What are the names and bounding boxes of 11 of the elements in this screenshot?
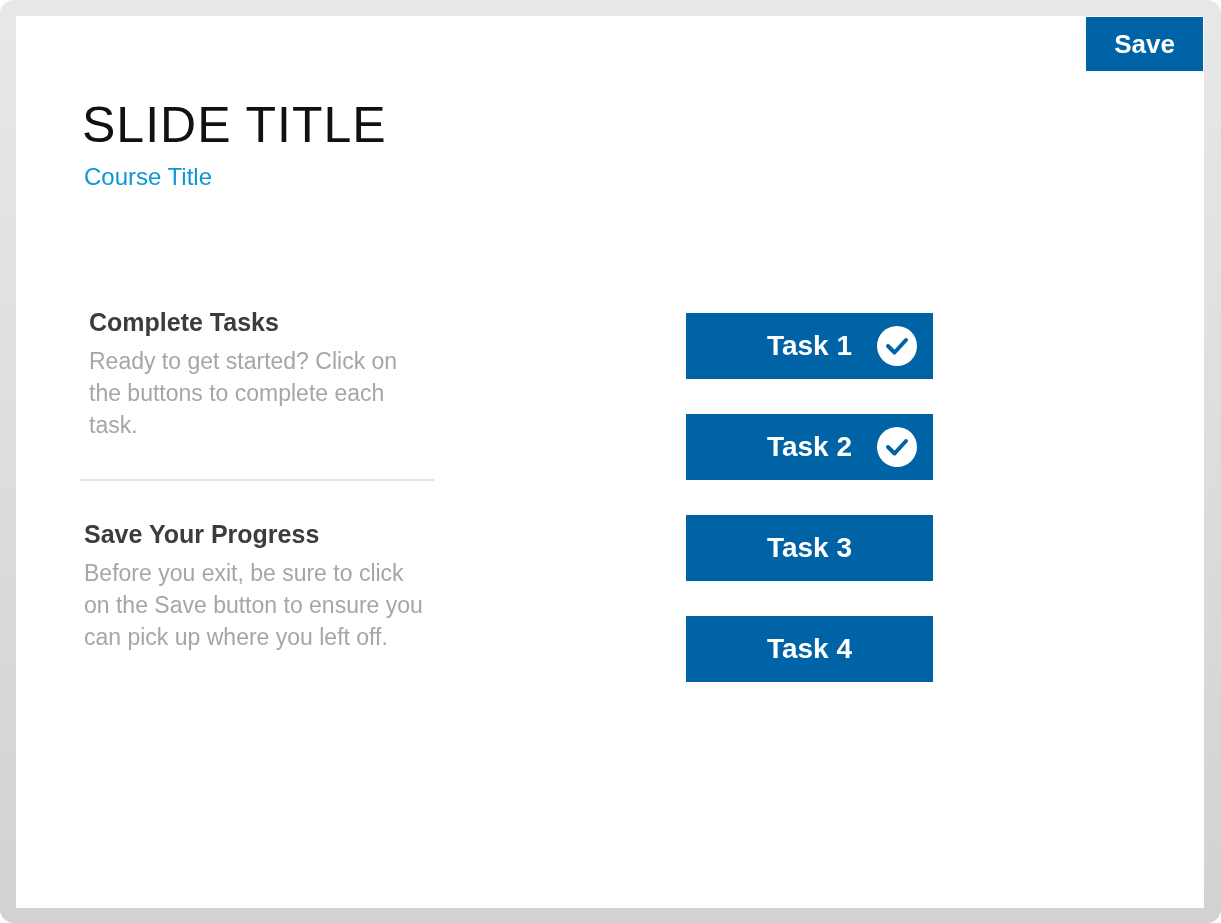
course-title: Course Title [83, 163, 214, 191]
section-text: Ready to get started? Click on the buttons to complete each task. [89, 347, 399, 440]
task-button[interactable]: Task 1 [686, 313, 933, 379]
slide-title: SLIDE TITLE [82, 97, 388, 153]
task-button[interactable]: Task 4 [686, 616, 933, 682]
section-heading: Complete Tasks [89, 307, 280, 338]
task-button[interactable]: Task 2 [686, 414, 933, 480]
section-heading: Save Your Progress [84, 519, 321, 550]
section-text: Before you exit, be sure to click on the Save button to ensure you can pick up where you left off. [84, 559, 424, 652]
task-button[interactable]: Task 3 [686, 515, 933, 581]
save-button[interactable]: Save [1086, 17, 1203, 71]
